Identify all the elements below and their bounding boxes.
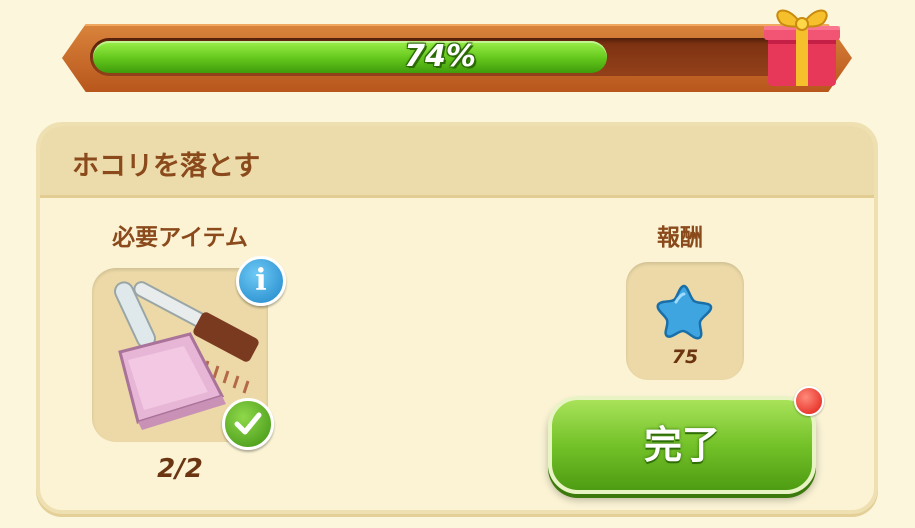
task-title: ホコリを落とす: [72, 151, 261, 182]
task-header: ホコリを落とす: [40, 126, 874, 198]
item-count: 2/2: [157, 454, 203, 484]
complete-button-label: 完了: [643, 423, 720, 467]
notification-dot-icon: [794, 386, 824, 416]
task-panel: ホコリを落とす 必要アイテム 報酬 i 2/2 75 完了: [36, 122, 878, 514]
reward-value: 75: [671, 346, 699, 368]
checkmark-icon: [222, 398, 274, 450]
reward-label: 報酬: [657, 225, 703, 251]
gift-box-icon[interactable]: [760, 0, 844, 92]
reward-tile: 75: [626, 262, 744, 380]
blue-star-icon: [656, 284, 713, 340]
progress-percent: 74%: [404, 39, 476, 74]
info-icon[interactable]: i: [236, 256, 286, 306]
required-items-label: 必要アイテム: [112, 225, 248, 251]
complete-button[interactable]: 完了: [548, 396, 816, 494]
